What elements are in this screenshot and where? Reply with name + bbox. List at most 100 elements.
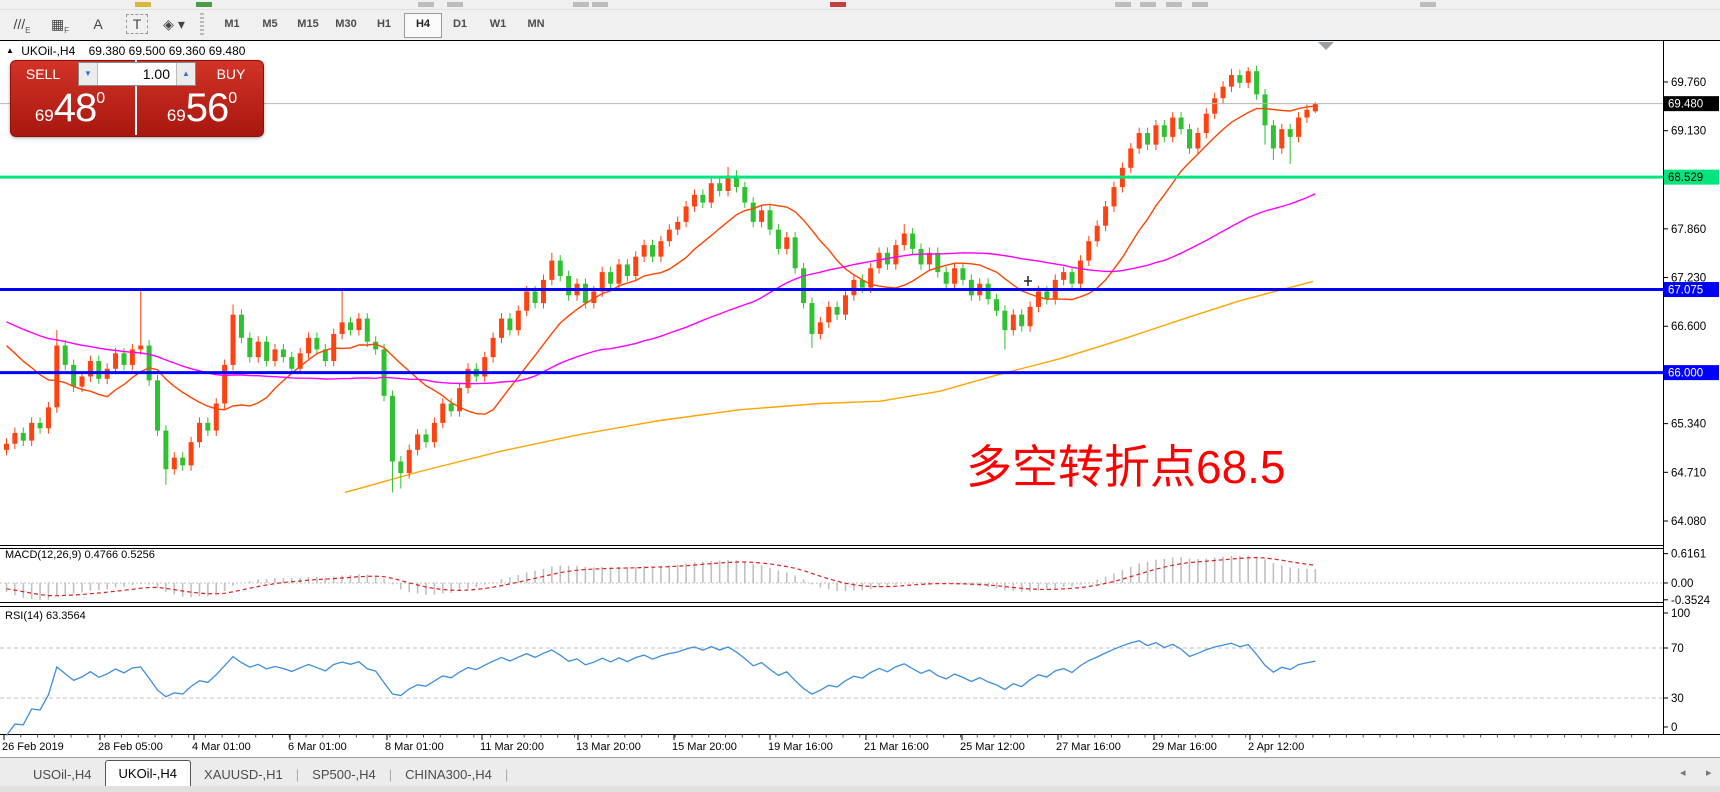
rsi-scale-label: 70: [1671, 643, 1684, 655]
timeframe-button-w1[interactable]: W1: [480, 13, 516, 36]
tab-scroll-right-icon[interactable]: ▸: [1706, 766, 1712, 779]
timeframe-button-h1[interactable]: H1: [366, 13, 402, 36]
rsi-label: RSI(14) 63.3564: [5, 610, 86, 622]
shapes-tool-icon[interactable]: ◈ ▾: [158, 12, 190, 36]
time-axis-label: 6 Mar 01:00: [288, 741, 347, 753]
price-badge-label: 67.075: [1668, 285, 1703, 297]
collapse-arrow-icon[interactable]: ▲: [6, 46, 14, 55]
text-tool-icon[interactable]: T: [126, 14, 148, 34]
buy-price-sup: 0: [228, 90, 237, 107]
macd-scale-label: 0.00: [1671, 578, 1693, 590]
text-label-tool-icon: A: [93, 16, 102, 32]
time-axis-label: 26 Feb 2019: [2, 741, 64, 753]
sell-price-prefix: 69: [35, 106, 54, 125]
shapes-tool-icon: ◈ ▾: [163, 16, 185, 32]
chart-title-bar: ▲ UKOil-,H4 69.380 69.500 69.360 69.480: [6, 44, 245, 58]
time-axis-label: 19 Mar 16:00: [768, 741, 833, 753]
sell-price-sup: 0: [96, 90, 105, 107]
toolbar-separator: [200, 13, 204, 35]
buy-price[interactable]: 69560: [140, 86, 264, 131]
time-axis-label: 29 Mar 16:00: [1152, 741, 1217, 753]
time-axis-label: 21 Mar 16:00: [864, 741, 929, 753]
time-axis-label: 11 Mar 20:00: [480, 741, 544, 753]
timeframe-button-m15[interactable]: M15: [290, 13, 326, 36]
price-badge-label: 69.480: [1668, 99, 1703, 111]
clipped-icon: [1166, 2, 1182, 7]
clipped-icon: [1115, 2, 1131, 7]
time-axis-label: 28 Feb 05:00: [98, 741, 163, 753]
buy-price-main: 56: [186, 86, 229, 130]
time-axis-label: 2 Apr 12:00: [1248, 741, 1304, 753]
price-tick-label: 65.340: [1671, 419, 1706, 431]
price-badge-label: 66.000: [1668, 368, 1703, 380]
symbol-tab-bar: USOil-,H4UKOil-,H4XAUUSD-,H1|SP500-,H4|C…: [0, 757, 1720, 787]
tab-separator: |: [505, 763, 508, 787]
time-axis-label: 25 Mar 12:00: [960, 741, 1025, 753]
price-tick-label: 64.080: [1671, 516, 1706, 528]
clipped-icon: [573, 2, 589, 7]
timeframe-button-m30[interactable]: M30: [328, 13, 364, 36]
symbol-tab-xauusdh1[interactable]: XAUUSD-,H1: [191, 763, 296, 787]
tab-scroll-left-icon[interactable]: ◂: [1680, 766, 1686, 779]
clipped-icon: [418, 2, 434, 7]
price-tick-label: 69.760: [1671, 77, 1706, 89]
chart-annotation-text: 多空转折点68.5: [966, 442, 1286, 493]
sell-button[interactable]: SELL: [8, 66, 78, 82]
clipped-toolbar-row: [0, 0, 1720, 10]
symbol-tab-usoilh4[interactable]: USOil-,H4: [20, 763, 105, 787]
time-axis-label: 15 Mar 20:00: [672, 741, 737, 753]
time-axis-label: 27 Mar 16:00: [1056, 741, 1121, 753]
macd-scale-label: -0.3524: [1671, 595, 1711, 607]
price-tick-label: 69.130: [1671, 126, 1706, 138]
clipped-icon: [1192, 2, 1208, 7]
chart-symbol-label: UKOil-,H4: [21, 44, 75, 58]
crosshair-tool-icon: ///: [13, 16, 25, 32]
text-label-tool-icon[interactable]: A: [82, 12, 114, 36]
sell-price[interactable]: 69480: [8, 86, 132, 131]
time-axis-label: 13 Mar 20:00: [576, 741, 641, 753]
clipped-icon: [135, 2, 151, 7]
trading-terminal-window: 69.76069.13067.86067.23066.60065.34064.7…: [0, 0, 1720, 792]
icon-sub-label: F: [64, 26, 69, 35]
price-badge-label: 68.529: [1668, 172, 1703, 184]
rsi-scale-label: 30: [1671, 693, 1684, 705]
clipped-icon: [447, 2, 463, 7]
macd-scale-label: 0.6161: [1671, 549, 1706, 561]
macd-label: MACD(12,26,9) 0.4766 0.5256: [5, 549, 155, 561]
volume-increase-button[interactable]: ▲: [176, 63, 195, 85]
time-axis-label: 8 Mar 01:00: [385, 741, 444, 753]
volume-stepper: ▼ 1.00 ▲: [78, 62, 196, 86]
timeframe-button-m1[interactable]: M1: [214, 13, 250, 36]
clipped-icon: [1420, 2, 1436, 7]
sell-price-main: 48: [54, 86, 97, 130]
time-axis-label: 4 Mar 01:00: [192, 741, 251, 753]
volume-input[interactable]: 1.00: [98, 63, 176, 85]
price-tick-label: 64.710: [1671, 467, 1706, 479]
clipped-icon: [1140, 2, 1156, 7]
window-bottom-strip: [0, 786, 1720, 792]
timeframe-button-mn[interactable]: MN: [518, 13, 554, 36]
buy-button[interactable]: BUY: [196, 66, 266, 82]
price-tick-label: 66.600: [1671, 321, 1706, 333]
clipped-icon: [592, 2, 608, 7]
grid-tool-icon: ▦: [51, 16, 64, 32]
rsi-scale-label: 100: [1671, 608, 1690, 620]
timeframe-button-d1[interactable]: D1: [442, 13, 478, 36]
timeframe-button-m5[interactable]: M5: [252, 13, 288, 36]
text-tool-icon: T: [133, 16, 142, 32]
grid-tool-icon[interactable]: ▦F: [44, 12, 76, 36]
symbol-tab-china300h4[interactable]: CHINA300-,H4: [392, 763, 505, 787]
symbol-tab-sp500h4[interactable]: SP500-,H4: [299, 763, 389, 787]
crosshair-tool-icon[interactable]: ///E: [6, 12, 38, 36]
rsi-scale-label: 0: [1671, 722, 1677, 734]
buy-price-prefix: 69: [167, 106, 186, 125]
chart-ohlc-values: 69.380 69.500 69.360 69.480: [89, 44, 246, 58]
toolbar: ///E▦FAT◈ ▾ M1M5M15M30H1H4D1W1MN: [0, 10, 1720, 40]
timeframe-button-h4[interactable]: H4: [404, 13, 442, 38]
price-tick-label: 67.860: [1671, 224, 1706, 236]
clipped-icon: [830, 2, 846, 7]
clipped-icon: [196, 2, 212, 7]
symbol-tab-ukoilh4[interactable]: UKOil-,H4: [105, 760, 192, 787]
volume-decrease-button[interactable]: ▼: [79, 63, 98, 85]
icon-sub-label: E: [25, 26, 30, 35]
